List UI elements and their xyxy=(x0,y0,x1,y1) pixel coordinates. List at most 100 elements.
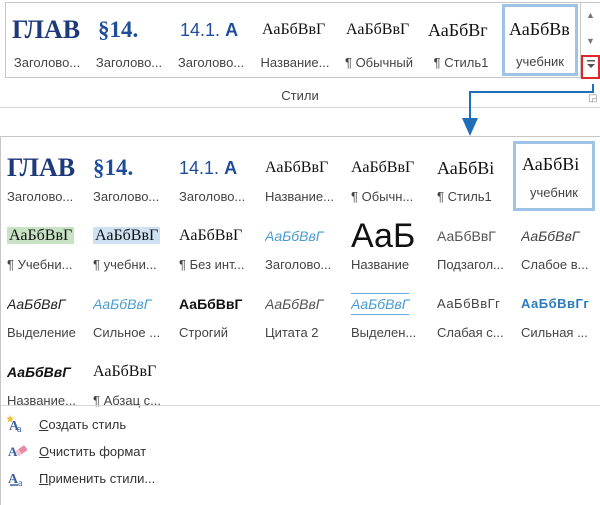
style-preview: 14.1. А xyxy=(180,13,246,47)
style-preview: АаБбВвГ xyxy=(346,21,410,38)
style-label: Название... xyxy=(265,189,334,204)
style-tile-uchebnik-para[interactable]: АаБбВвГ ¶ Учебни... xyxy=(3,213,87,279)
clear-format-command[interactable]: A Очистить формат xyxy=(7,440,146,462)
style-tile-heading1[interactable]: ГЛАВ Заголово... xyxy=(8,5,86,75)
more-styles-button[interactable] xyxy=(581,55,600,79)
command-label: Применить стили... xyxy=(39,471,155,486)
command-label: Создать стиль xyxy=(39,417,126,432)
style-tile-uchebnik[interactable]: АаБбВі учебник xyxy=(513,141,595,211)
style-label: Слабая с... xyxy=(437,325,504,340)
style-preview: АаБбВвГ xyxy=(351,287,431,321)
style-tile-intense-emphasis[interactable]: АаБбВвГ Сильное ... xyxy=(89,281,173,347)
style-tile-style1[interactable]: АаБбВі ¶ Стиль1 xyxy=(433,145,517,211)
style-label: Заголово... xyxy=(177,55,245,70)
style-label: ¶ Абзац с... xyxy=(93,393,162,408)
style-tile-quote2[interactable]: АаБбВвГ Цитата 2 xyxy=(261,281,345,347)
style-label: Сильное ... xyxy=(93,325,161,340)
style-preview: АаБбВг xyxy=(428,20,488,40)
style-preview-text: АаБбВвГ xyxy=(351,293,410,315)
style-preview: АаБбВвГ xyxy=(93,296,152,312)
style-label: Название... xyxy=(7,393,76,408)
style-tile-title[interactable]: АаБбВвГ Название... xyxy=(254,5,336,75)
style-preview: АаБбВвГ xyxy=(7,364,71,380)
create-style-icon: A a xyxy=(6,414,29,435)
svg-text:a: a xyxy=(17,424,22,434)
style-preview: АаБбВвГ xyxy=(265,159,329,176)
style-tile-style1[interactable]: АаБбВг ¶ Стиль1 xyxy=(422,5,500,75)
style-tile-subtle-reference[interactable]: АаБбВвГг Слабая с... xyxy=(433,281,517,347)
style-tile-subtitle[interactable]: АаБбВвГ Подзагол... xyxy=(433,213,517,279)
style-preview: АаБбВвГ xyxy=(7,296,66,312)
style-label: Сильная ... xyxy=(521,325,588,340)
style-preview-text: АаБбВвГ xyxy=(7,227,75,244)
style-tile-uchebnik-para2[interactable]: АаБбВвГ ¶ учебни... xyxy=(89,213,173,279)
style-preview: АаБбВвГ xyxy=(179,227,243,244)
style-tile-heading2[interactable]: §14. Заголово... xyxy=(89,145,173,211)
style-preview-number: 14.1. xyxy=(180,20,221,40)
style-tile-heading[interactable]: АаБбВвГ Заголово... xyxy=(261,213,345,279)
style-label: ¶ Учебни... xyxy=(7,257,73,272)
style-preview: ГЛАВ xyxy=(7,153,76,182)
scroll-up-icon[interactable]: ▲ xyxy=(581,3,600,27)
style-preview: АаБбВвГ xyxy=(265,228,324,244)
style-label: ¶ Обычный xyxy=(344,55,414,70)
command-text: рименить стили... xyxy=(48,470,156,486)
style-label: Подзагол... xyxy=(437,257,504,272)
style-preview: АаБбВвГ xyxy=(93,219,173,253)
styles-ribbon-group: ГЛАВ Заголово... §14. Заголово... 14.1. … xyxy=(0,0,600,108)
style-preview-letter: А xyxy=(224,158,238,178)
style-label: Название xyxy=(351,257,410,272)
style-preview: АаБбВвГг xyxy=(437,296,501,311)
style-label: Выделен... xyxy=(351,325,417,340)
style-tile-heading2[interactable]: §14. Заголово... xyxy=(90,5,168,75)
style-tile-title[interactable]: АаБбВвГ Название... xyxy=(261,145,345,211)
style-tile-title-style[interactable]: АаБ Название xyxy=(347,213,431,279)
style-label: учебник xyxy=(516,54,564,69)
style-tile-normal[interactable]: АаБбВвГ ¶ Обычный xyxy=(338,5,420,75)
style-tile-heading3[interactable]: 14.1. А Заголово... xyxy=(175,145,259,211)
style-preview: АаБ xyxy=(351,219,416,253)
style-preview: АаБбВвГ xyxy=(265,296,324,312)
style-preview: АаБбВі xyxy=(522,154,580,174)
style-preview: АаБбВвГ xyxy=(437,228,496,244)
command-text: чистить формат xyxy=(49,443,147,459)
style-tile-heading3[interactable]: 14.1. А Заголово... xyxy=(172,5,250,75)
style-tile-subtle-emphasis[interactable]: АаБбВвГ Слабое в... xyxy=(517,213,600,279)
style-tile-intense-reference[interactable]: АаБбВвГг Сильная ... xyxy=(517,281,600,347)
style-tile-strong[interactable]: АаБбВвГ Строгий xyxy=(175,281,259,347)
style-preview: АаБбВвГ xyxy=(93,363,157,380)
style-tile-heading1[interactable]: ГЛАВ Заголово... xyxy=(3,145,87,211)
style-label: Заголово... xyxy=(95,55,163,70)
apply-styles-icon: A a xyxy=(7,468,29,489)
style-preview: ГЛАВ xyxy=(12,15,81,44)
apply-styles-command[interactable]: A a Применить стили... xyxy=(7,467,155,490)
style-label: Цитата 2 xyxy=(265,325,319,340)
style-label: Заголово... xyxy=(93,189,160,204)
style-label: Выделение xyxy=(7,325,76,340)
style-label: Заголово... xyxy=(179,189,246,204)
dialog-launcher-icon[interactable]: ◲ xyxy=(588,93,597,104)
style-label: ¶ Стиль1 xyxy=(437,189,492,204)
create-style-command[interactable]: A a Создать стиль xyxy=(6,413,126,435)
style-preview: 14.1. А xyxy=(179,151,259,185)
command-label: Очистить формат xyxy=(39,444,146,459)
style-preview-letter: А xyxy=(225,20,239,40)
style-preview: АаБбВвГ xyxy=(7,219,87,253)
style-preview: АаБбВвГ xyxy=(521,228,580,244)
style-tile-emphasis[interactable]: АаБбВвГ Выделение xyxy=(3,281,87,347)
style-label: ¶ Обычн... xyxy=(351,189,414,204)
style-preview: §14. xyxy=(98,17,139,42)
style-label: ¶ Без инт... xyxy=(179,257,245,272)
style-tile-uchebnik[interactable]: АаБбВв учебник xyxy=(502,4,578,76)
style-tile-normal[interactable]: АаБбВвГ ¶ Обычн... xyxy=(347,145,431,211)
style-preview: АаБбВвГ xyxy=(179,296,243,312)
style-label: ¶ Стиль1 xyxy=(433,55,489,70)
style-tile-intense-quote[interactable]: АаБбВвГ Выделен... xyxy=(347,281,431,347)
scroll-down-icon[interactable]: ▼ xyxy=(581,29,600,53)
more-dropdown-icon xyxy=(586,60,595,68)
style-preview: АаБбВі xyxy=(437,158,495,178)
style-preview-text: АаБбВвГ xyxy=(93,227,161,244)
style-tile-no-spacing[interactable]: АаБбВвГ ¶ Без инт... xyxy=(175,213,259,279)
style-label: Заголово... xyxy=(7,189,74,204)
styles-gallery-expanded: ГЛАВ Заголово... §14. Заголово... 14.1. … xyxy=(0,136,600,505)
